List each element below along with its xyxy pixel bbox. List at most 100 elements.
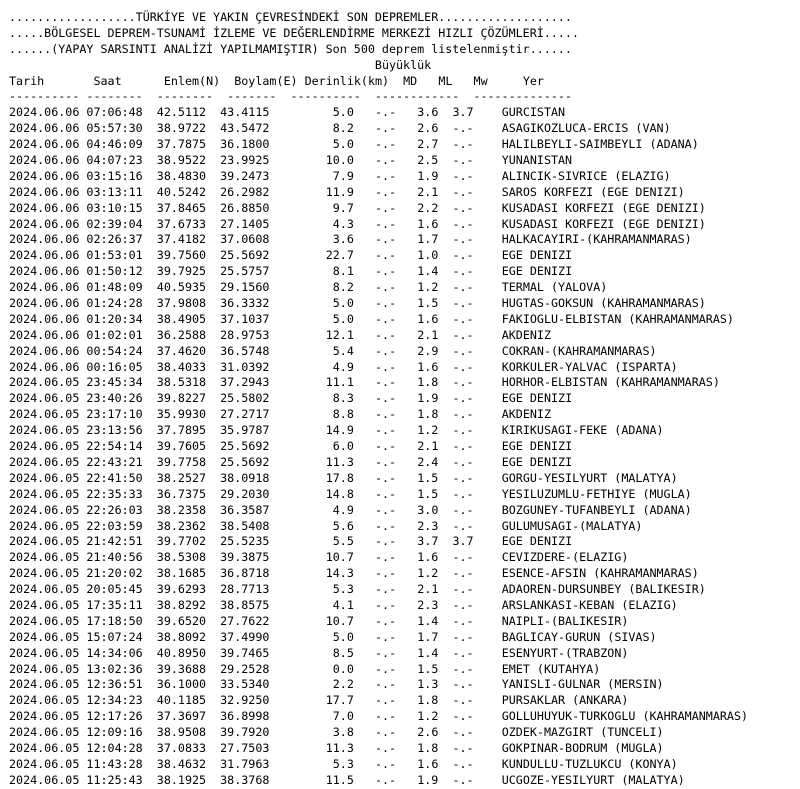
cell-lon: 39.7465 (220, 645, 270, 660)
cell-ml: 1.9 (417, 168, 439, 183)
cell-lat: 38.9508 (156, 725, 207, 740)
cell-depth: 8.2 (332, 280, 354, 295)
cell-depth: 4.3 (332, 216, 354, 231)
cell-ml: 2.4 (417, 454, 439, 469)
cell-lat: 37.3697 (156, 709, 207, 724)
table-row: 2024.06.05 15:07:24 38.8092 37.4990 5.0 … (9, 630, 748, 646)
cell-place: EGE DENIZI (501, 248, 573, 263)
cell-time: 01:20:34 (86, 311, 143, 326)
cell-place: YUNANISTAN (501, 153, 573, 168)
cell-ml: 2.5 (417, 153, 439, 168)
cell-md: -.- (375, 661, 397, 676)
cell-time: 04:46:09 (86, 137, 143, 152)
cell-ml: 2.3 (417, 597, 439, 612)
cell-lat: 39.6293 (156, 582, 207, 597)
cell-date: 2024.06.06 (9, 137, 80, 152)
cell-mw: -.- (452, 423, 474, 438)
cell-mw: -.- (452, 470, 474, 485)
cell-depth: 6.0 (332, 439, 354, 454)
cell-date: 2024.06.05 (9, 534, 80, 549)
cell-time: 22:43:21 (86, 454, 143, 469)
cell-date: 2024.06.06 (9, 168, 80, 183)
cell-ml: 1.2 (417, 566, 439, 581)
cell-ml: 1.5 (417, 470, 439, 485)
earthquake-list: ..................TÜRKİYE VE YAKIN ÇEVRE… (9, 10, 748, 789)
cell-time: 03:10:15 (86, 200, 143, 215)
cell-mw: -.- (452, 264, 474, 279)
cell-mw: -.- (452, 296, 474, 311)
cell-md: -.- (374, 566, 397, 581)
cell-mw: -.- (452, 121, 474, 136)
table-row: 2024.06.06 01:20:34 38.4905 37.1037 5.0 … (9, 312, 748, 328)
cell-time: 12:17:26 (86, 709, 143, 724)
table-row: 2024.06.05 20:05:45 39.6293 28.7713 5.3 … (9, 582, 748, 598)
cell-lon: 39.7920 (220, 725, 270, 740)
cell-lon: 28.9753 (220, 327, 270, 342)
cell-lat: 38.5308 (156, 550, 207, 565)
cell-lat: 38.1685 (156, 566, 207, 581)
cell-mw: -.- (452, 693, 474, 708)
cell-lon: 25.5692 (220, 439, 270, 454)
table-row: 2024.06.05 22:54:14 39.7605 25.5692 6.0 … (9, 439, 748, 455)
cell-date: 2024.06.05 (9, 502, 80, 517)
cell-lat: 38.9522 (156, 153, 207, 168)
cell-lat: 39.7925 (156, 264, 207, 279)
table-row: 2024.06.05 23:40:26 39.8227 25.5802 8.3 … (9, 391, 748, 407)
cell-place: YANISLI-GULNAR (MERSIN) (501, 677, 664, 692)
cell-ml: 1.3 (417, 677, 439, 692)
cell-depth: 14.9 (325, 423, 354, 438)
cell-ml: 1.0 (417, 248, 439, 263)
cell-md: -.- (375, 137, 397, 152)
cell-place: TERMAL (YALOVA) (501, 280, 608, 295)
cell-time: 22:26:03 (86, 502, 143, 517)
cell-place: ESENCE-AFSIN (KAHRAMANMARAS) (501, 566, 699, 581)
cell-time: 14:34:06 (86, 645, 143, 660)
table-row: 2024.06.05 13:02:36 39.3688 29.2528 0.0 … (9, 662, 748, 678)
cell-place: KIRIKUSAGI-FEKE (ADANA) (501, 423, 664, 438)
cell-date: 2024.06.06 (9, 327, 80, 342)
cell-depth: 9.7 (332, 200, 354, 215)
cell-lon: 27.7503 (220, 740, 270, 755)
cell-place: EGE DENIZI (501, 439, 573, 454)
cell-depth: 5.0 (332, 137, 354, 152)
col-place: Yer (522, 73, 544, 88)
cell-ml: 1.7 (417, 629, 439, 644)
cell-date: 2024.06.05 (9, 375, 80, 390)
cell-date: 2024.06.05 (9, 597, 80, 612)
cell-depth: 7.9 (332, 168, 354, 183)
cell-mw: -.- (452, 502, 474, 517)
cell-ml: 1.2 (417, 709, 439, 724)
cell-time: 02:39:04 (86, 216, 143, 231)
cell-date: 2024.06.05 (9, 725, 80, 740)
cell-md: -.- (374, 486, 397, 501)
cell-md: -.- (375, 264, 397, 279)
table-row: 2024.06.06 05:57:30 38.9722 43.5472 8.2 … (9, 121, 748, 137)
cell-date: 2024.06.05 (9, 439, 80, 454)
cell-md: -.- (375, 407, 397, 422)
cell-date: 2024.06.05 (9, 470, 80, 485)
cell-lat: 37.4620 (156, 343, 207, 358)
cell-date: 2024.06.05 (9, 582, 80, 597)
cell-ml: 1.6 (417, 756, 439, 771)
cell-place: NAIPLI-(BALIKESIR) (501, 613, 629, 628)
cell-date: 2024.06.05 (9, 518, 80, 533)
cell-time: 00:16:05 (86, 359, 143, 374)
cell-lat: 36.7375 (156, 486, 207, 501)
cell-lon: 43.4115 (220, 105, 270, 120)
cell-depth: 5.5 (332, 534, 354, 549)
cell-md: -.- (374, 470, 397, 485)
cell-mw: -.- (452, 200, 474, 215)
cell-lat: 38.8292 (156, 597, 207, 612)
table-row: 2024.06.05 21:42:51 39.7702 25.5235 5.5 … (9, 534, 748, 550)
cell-place: UCGOZE-YESILYURT (MALATYA) (501, 772, 685, 787)
cell-place: EGE DENIZI (501, 454, 573, 469)
cell-lon: 38.5408 (220, 518, 270, 533)
cell-lon: 36.8998 (220, 709, 270, 724)
table-row: 2024.06.05 14:34:06 40.8950 39.7465 8.5 … (9, 646, 748, 662)
cell-lon: 37.1037 (220, 311, 270, 326)
cell-date: 2024.06.05 (9, 693, 80, 708)
cell-ml: 2.9 (417, 343, 439, 358)
cell-lon: 35.9787 (220, 423, 270, 438)
cell-lat: 36.1000 (156, 677, 207, 692)
cell-time: 22:54:14 (86, 439, 143, 454)
